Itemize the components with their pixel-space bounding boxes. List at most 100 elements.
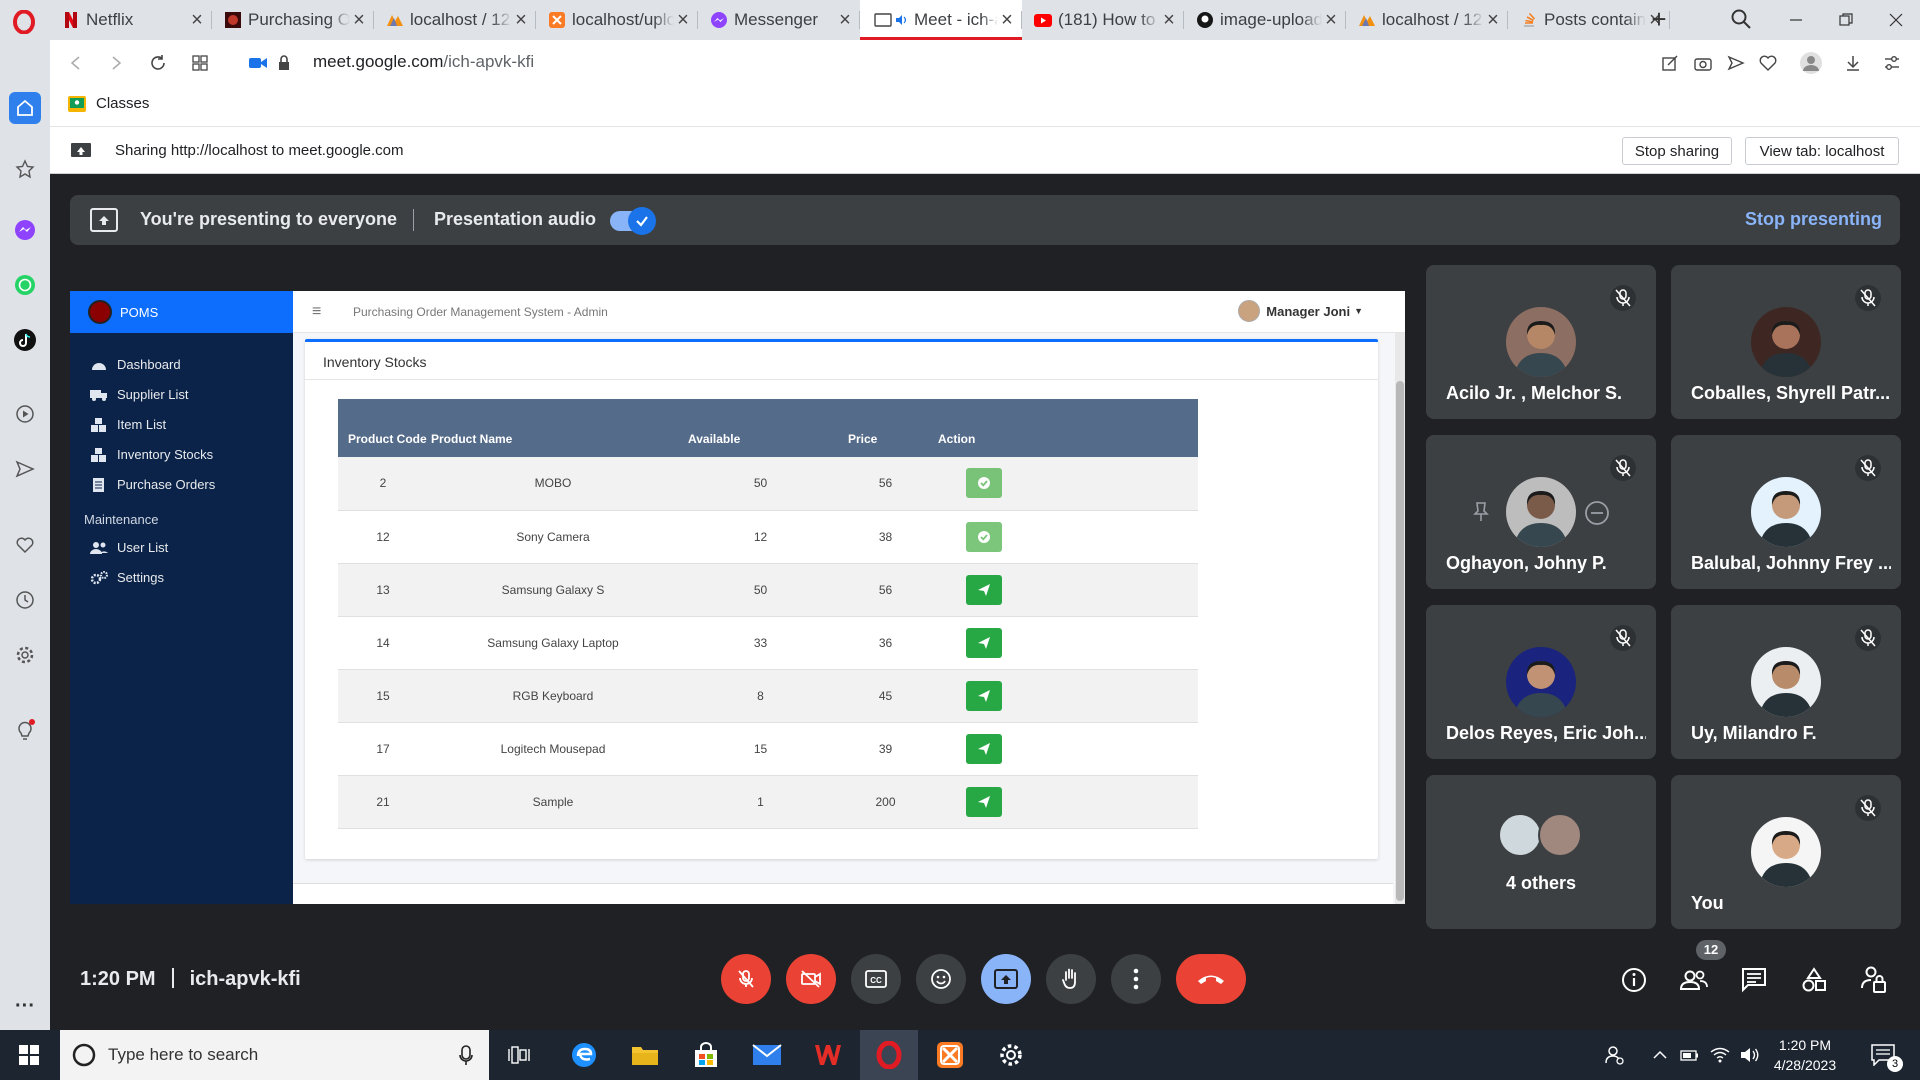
browser-tab[interactable]: Purchasing Order Management System×: [212, 0, 374, 40]
close-tab-icon[interactable]: ×: [1484, 10, 1502, 30]
poms-menu-user-list[interactable]: User List: [90, 540, 168, 555]
close-tab-icon[interactable]: ×: [1160, 10, 1178, 30]
mic-off-button[interactable]: [721, 954, 771, 1004]
task-view-button[interactable]: [490, 1030, 548, 1080]
meeting-details-button[interactable]: [1616, 962, 1652, 998]
search-tabs-icon[interactable]: [1730, 8, 1756, 34]
messenger-icon[interactable]: [9, 214, 41, 246]
forward-icon[interactable]: [102, 49, 130, 77]
browser-tab[interactable]: localhost / 127.0.0.1×: [374, 0, 536, 40]
back-icon[interactable]: [62, 49, 90, 77]
start-button[interactable]: [0, 1030, 58, 1080]
browser-tab[interactable]: localhost / 127.0.0.1×: [1346, 0, 1508, 40]
stop-presenting-button[interactable]: Stop presenting: [1745, 209, 1882, 230]
people-button[interactable]: [1676, 962, 1712, 998]
more-icon[interactable]: ···: [9, 990, 41, 1022]
tips-lightbulb-icon[interactable]: [9, 714, 41, 746]
close-tab-icon[interactable]: ×: [350, 10, 368, 30]
notifications-button[interactable]: 3: [1858, 1030, 1908, 1080]
view-tab-button[interactable]: View tab: localhost: [1745, 137, 1899, 165]
browser-tab[interactable]: Messenger ×: [698, 0, 860, 40]
download-icon[interactable]: [1839, 49, 1867, 77]
close-window-button[interactable]: [1876, 4, 1916, 36]
mail-app[interactable]: [738, 1030, 796, 1080]
tiktok-icon[interactable]: [9, 324, 41, 356]
close-tab-icon[interactable]: ×: [1322, 10, 1340, 30]
user-dropdown[interactable]: Manager Joni ▼: [1238, 300, 1363, 322]
chat-button[interactable]: [1736, 962, 1772, 998]
file-explorer-app[interactable]: [616, 1030, 674, 1080]
action-button[interactable]: [966, 574, 1002, 605]
opera-logo-icon[interactable]: [10, 8, 38, 36]
battery-icon[interactable]: [1675, 1030, 1705, 1080]
participant-tile[interactable]: Acilo Jr. , Melchor S.: [1426, 265, 1656, 419]
more-options-button[interactable]: [1111, 954, 1161, 1004]
browser-tab[interactable]: Netflix ×: [50, 0, 212, 40]
activities-button[interactable]: [1796, 962, 1832, 998]
leave-call-button[interactable]: [1176, 954, 1246, 1004]
stop-sharing-button[interactable]: Stop sharing: [1622, 137, 1732, 165]
tab-grid-icon[interactable]: [186, 49, 214, 77]
chevron-up-icon[interactable]: [1645, 1030, 1675, 1080]
poms-menu-item-list[interactable]: Item List: [90, 417, 166, 432]
snapshot-camera-icon[interactable]: [1689, 49, 1717, 77]
wps-office-app[interactable]: [799, 1030, 857, 1080]
easy-setup-icon[interactable]: [1878, 49, 1906, 77]
poms-menu-settings[interactable]: Settings: [90, 570, 164, 585]
hamburger-icon[interactable]: ≡: [312, 303, 321, 321]
close-tab-icon[interactable]: ×: [512, 10, 530, 30]
action-button[interactable]: [966, 786, 1002, 817]
taskbar-search-box[interactable]: Type here to search: [60, 1030, 489, 1080]
poms-menu-inventory-stocks[interactable]: Inventory Stocks: [90, 447, 213, 462]
action-button[interactable]: [966, 733, 1002, 764]
poms-menu-supplier-list[interactable]: Supplier List: [90, 387, 189, 402]
host-controls-button[interactable]: [1856, 962, 1892, 998]
wifi-icon[interactable]: [1705, 1030, 1735, 1080]
close-tab-icon[interactable]: ×: [836, 10, 854, 30]
participant-tile[interactable]: 4 others: [1426, 775, 1656, 929]
system-clock[interactable]: 1:20 PM 4/28/2023: [1760, 1035, 1850, 1075]
scrollbar-thumb[interactable]: [1396, 381, 1404, 901]
action-button[interactable]: [966, 680, 1002, 711]
history-icon[interactable]: [9, 584, 41, 616]
heart-icon[interactable]: [9, 529, 41, 561]
close-tab-icon[interactable]: ×: [188, 10, 206, 30]
settings-app[interactable]: [982, 1030, 1040, 1080]
remove-circle-icon[interactable]: [1584, 500, 1610, 526]
pin-icon[interactable]: [1472, 501, 1490, 523]
action-button[interactable]: [966, 468, 1002, 499]
browser-tab[interactable]: (181) How to ×: [1022, 0, 1184, 40]
player-icon[interactable]: [9, 398, 41, 430]
new-tab-button[interactable]: +: [1645, 6, 1673, 34]
browser-tab[interactable]: localhost/uploads×: [536, 0, 698, 40]
profile-avatar-icon[interactable]: [1797, 49, 1825, 77]
poms-brand[interactable]: POMS: [70, 291, 293, 333]
whatsapp-icon[interactable]: [9, 269, 41, 301]
xampp-app[interactable]: [921, 1030, 979, 1080]
raise-hand-button[interactable]: [1046, 954, 1096, 1004]
opera-app[interactable]: [860, 1030, 918, 1080]
minimize-button[interactable]: [1776, 4, 1816, 36]
lock-icon[interactable]: [270, 49, 298, 77]
camera-off-button[interactable]: [786, 954, 836, 1004]
bookmark-classes[interactable]: Classes: [68, 95, 149, 112]
participant-tile[interactable]: Coballes, Shyrell Patr...: [1671, 265, 1901, 419]
action-button[interactable]: [966, 521, 1002, 552]
page-scrollbar[interactable]: [1395, 333, 1405, 904]
settings-gear-icon[interactable]: [9, 639, 41, 671]
participant-tile[interactable]: Delos Reyes, Eric Joh...: [1426, 605, 1656, 759]
captions-button[interactable]: CC: [851, 954, 901, 1004]
participant-tile[interactable]: Balubal, Johnny Frey ...: [1671, 435, 1901, 589]
edge-app[interactable]: [555, 1030, 613, 1080]
bookmarks-icon[interactable]: [9, 153, 41, 185]
browser-tab[interactable]: Meet - ich-apvk-kfi×: [860, 0, 1022, 40]
participant-tile[interactable]: You: [1671, 775, 1901, 929]
home-icon[interactable]: [9, 92, 41, 124]
browser-tab[interactable]: image-upload ×: [1184, 0, 1346, 40]
reactions-button[interactable]: [916, 954, 966, 1004]
poms-menu-purchase-orders[interactable]: Purchase Orders: [90, 477, 215, 492]
bookmark-heart-icon[interactable]: [1754, 49, 1782, 77]
people-tray-icon[interactable]: [1595, 1030, 1635, 1080]
close-tab-icon[interactable]: ×: [998, 10, 1016, 30]
close-tab-icon[interactable]: ×: [674, 10, 692, 30]
